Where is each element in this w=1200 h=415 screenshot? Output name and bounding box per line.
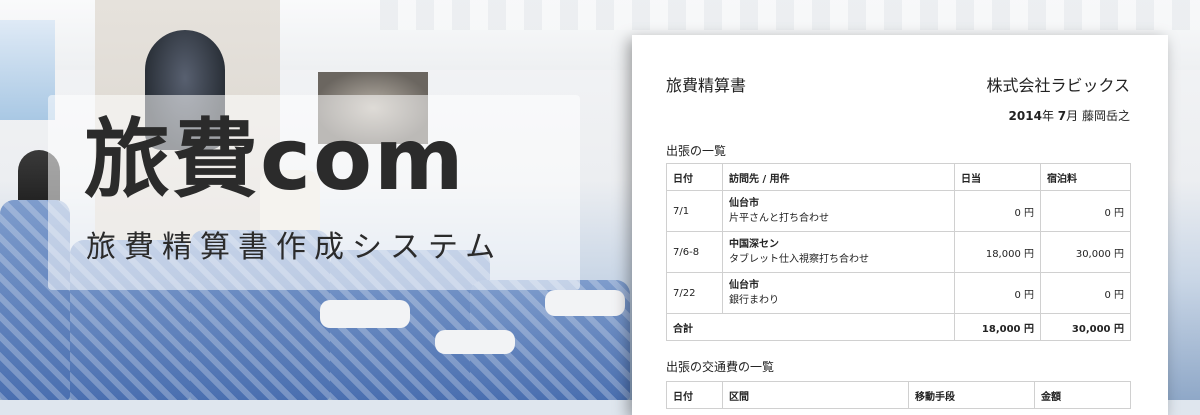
column-header: 訪問先 / 用件	[722, 163, 955, 191]
seat-headrest	[435, 330, 515, 354]
trip-lodging: 0 円	[1040, 272, 1131, 314]
report-month: 7	[1057, 109, 1067, 123]
site-tagline: 旅費精算書作成システム	[86, 230, 504, 265]
total-daily-allowance: 18,000 円	[954, 313, 1041, 341]
transport-table: 日付 区間 移動手段 金額	[666, 381, 1131, 409]
document-title: 旅費精算書	[666, 76, 747, 95]
site-logo-title: 旅費com	[84, 110, 466, 210]
seat-headrest	[320, 300, 410, 328]
report-year: 2014	[1008, 109, 1042, 123]
trip-purpose: 銀行まわり	[729, 295, 779, 306]
trip-date: 7/1	[666, 190, 723, 232]
trip-date: 7/22	[666, 272, 723, 314]
total-lodging: 30,000 円	[1040, 313, 1131, 341]
trips-table: 日付 訪問先 / 用件 日当 宿泊料 7/1 仙台市 片平さんと打ち合わせ 0 …	[666, 163, 1131, 341]
table-row: 7/1 仙台市 片平さんと打ち合わせ 0 円 0 円	[666, 190, 1131, 232]
trip-destination-purpose: 中国深セン タブレット仕入視察打ち合わせ	[722, 231, 955, 273]
trip-lodging: 0 円	[1040, 190, 1131, 232]
trip-lodging: 30,000 円	[1040, 231, 1131, 273]
year-suffix: 年	[1041, 109, 1054, 123]
trip-date: 7/6-8	[666, 231, 723, 273]
trips-section-title: 出張の一覧	[666, 144, 727, 158]
column-header: 移動手段	[908, 381, 1035, 409]
expense-report-document: 旅費精算書 株式会社ラビックス 2014年 7月 藤岡岳之 出張の一覧 日付 訪…	[632, 35, 1168, 415]
report-period-and-person: 2014年 7月 藤岡岳之	[1009, 107, 1130, 124]
column-header: 日付	[666, 381, 723, 409]
trip-destination: 仙台市	[729, 280, 759, 291]
column-header: 金額	[1034, 381, 1131, 409]
table-row: 7/22 仙台市 銀行まわり 0 円 0 円	[666, 272, 1131, 314]
trip-destination: 中国深セン	[729, 239, 779, 250]
table-header-row: 日付 訪問先 / 用件 日当 宿泊料	[666, 163, 1131, 191]
column-header: 区間	[722, 381, 909, 409]
trip-destination-purpose: 仙台市 銀行まわり	[722, 272, 955, 314]
column-header: 日付	[666, 163, 723, 191]
trip-destination-purpose: 仙台市 片平さんと打ち合わせ	[722, 190, 955, 232]
person-name: 藤岡岳之	[1081, 109, 1130, 123]
trip-purpose: 片平さんと打ち合わせ	[729, 213, 829, 224]
column-header: 日当	[954, 163, 1041, 191]
company-name: 株式会社ラビックス	[986, 76, 1130, 95]
trip-purpose: タブレット仕入視察打ち合わせ	[729, 254, 869, 265]
transport-section-title: 出張の交通費の一覧	[666, 360, 775, 374]
trip-daily-allowance: 18,000 円	[954, 231, 1041, 273]
seat-headrest	[545, 290, 625, 316]
luggage-rack	[380, 0, 1200, 30]
column-header: 宿泊料	[1040, 163, 1131, 191]
table-header-row: 日付 区間 移動手段 金額	[666, 381, 1131, 409]
table-total-row: 合計 18,000 円 30,000 円	[666, 313, 1131, 341]
total-label: 合計	[666, 313, 955, 341]
trip-destination: 仙台市	[729, 198, 759, 209]
month-suffix: 月	[1066, 109, 1079, 123]
table-row: 7/6-8 中国深セン タブレット仕入視察打ち合わせ 18,000 円 30,0…	[666, 231, 1131, 273]
train-panel	[0, 20, 55, 120]
trip-daily-allowance: 0 円	[954, 190, 1041, 232]
trip-daily-allowance: 0 円	[954, 272, 1041, 314]
